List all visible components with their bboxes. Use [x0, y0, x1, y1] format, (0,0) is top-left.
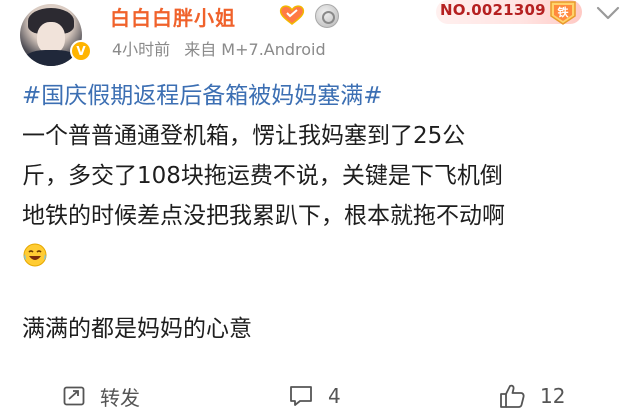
comment-count: 4: [328, 384, 341, 408]
member-number: NO.0021309: [440, 1, 546, 19]
fan-emblem-icon: 铁: [550, 1, 576, 25]
post-text-line: 一个普普通通登机箱，愣让我妈塞到了25公: [22, 123, 466, 149]
chevron-down-icon[interactable]: [594, 4, 622, 22]
action-bar: 转发 4 12: [0, 378, 640, 414]
hashtag-link[interactable]: #国庆假期返程后备箱被妈妈塞满#: [22, 76, 628, 116]
verified-v-icon: V: [70, 40, 92, 62]
heart-badge-icon[interactable]: [278, 4, 306, 26]
comment-icon: [290, 386, 312, 406]
repost-icon: [63, 386, 85, 406]
like-count: 12: [540, 384, 566, 408]
laughing-tears-emoji-icon: [23, 243, 47, 267]
emblem-char: 铁: [558, 5, 569, 19]
post-time: 4小时前: [112, 40, 171, 59]
weibo-post: V 白白白胖小姐 4小时前 来自 M+7.Android NO.0021309 铁…: [0, 0, 640, 414]
post-text-line: 地铁的时候差点没把我累趴下，根本就拖不动啊: [22, 203, 505, 229]
post-meta: 4小时前 来自 M+7.Android: [112, 36, 326, 60]
thumbs-up-icon: [500, 384, 525, 408]
post-text-paragraph-2: 满满的都是妈妈的心意: [22, 316, 252, 342]
post-body: #国庆假期返程后备箱被妈妈塞满# 一个普普通通登机箱，愣让我妈塞到了25公 斤，…: [22, 76, 628, 267]
like-button[interactable]: 12: [498, 378, 565, 414]
source-prefix: 来自: [184, 40, 217, 59]
post-text-line: 斤，多交了108块拖运费不说，关键是下飞机倒: [22, 163, 503, 189]
comment-button[interactable]: 4: [288, 378, 341, 414]
post-source[interactable]: M+7.Android: [221, 40, 325, 59]
round-medal-icon[interactable]: [315, 4, 339, 28]
repost-button[interactable]: 转发: [62, 378, 140, 414]
repost-label: 转发: [100, 385, 140, 410]
username[interactable]: 白白白胖小姐: [110, 2, 236, 31]
